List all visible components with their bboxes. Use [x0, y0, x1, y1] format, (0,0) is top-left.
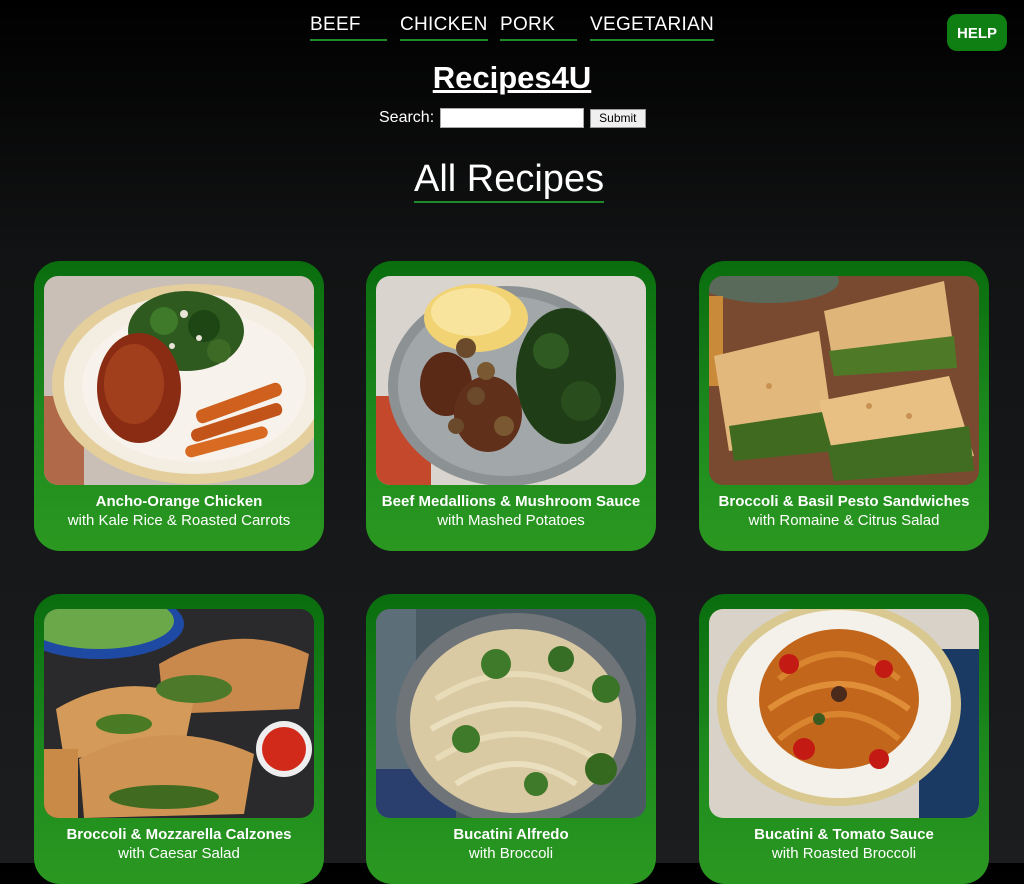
- recipe-card[interactable]: Bucatini Alfredo with Broccoli: [366, 594, 656, 884]
- recipe-card[interactable]: Bucatini & Tomato Sauce with Roasted Bro…: [699, 594, 989, 884]
- recipe-image[interactable]: [376, 609, 646, 818]
- recipe-card[interactable]: Broccoli & Basil Pesto Sandwiches with R…: [699, 261, 989, 551]
- recipe-photo: [44, 609, 314, 818]
- recipe-title[interactable]: Bucatini Alfredo: [366, 826, 656, 844]
- recipe-image[interactable]: [709, 276, 979, 485]
- search-input[interactable]: [440, 108, 585, 128]
- recipe-photo: [376, 609, 646, 818]
- recipe-image[interactable]: [44, 609, 314, 818]
- recipe-subtitle: with Caesar Salad: [118, 845, 240, 862]
- recipe-title[interactable]: Bucatini & Tomato Sauce: [699, 826, 989, 844]
- recipe-photo: [709, 276, 979, 485]
- recipe-image[interactable]: [376, 276, 646, 485]
- recipe-subtitle: with Kale Rice & Roasted Carrots: [67, 512, 291, 529]
- recipe-photo: [376, 276, 646, 485]
- recipe-title[interactable]: Broccoli & Basil Pesto Sandwiches: [699, 493, 989, 511]
- recipe-image[interactable]: [44, 276, 314, 485]
- recipe-photo: [44, 276, 314, 485]
- recipe-title[interactable]: Beef Medallions & Mushroom Sauce: [366, 493, 656, 511]
- recipe-subtitle: with Mashed Potatoes: [437, 512, 585, 529]
- recipe-subtitle: with Roasted Broccoli: [771, 845, 917, 862]
- section-title: All Recipes: [414, 157, 605, 203]
- nav-link-beef[interactable]: BEEF: [310, 14, 387, 41]
- nav-link-pork[interactable]: PORK: [500, 14, 577, 41]
- help-button[interactable]: HELP: [947, 14, 1007, 51]
- top-nav: BEEF CHICKEN PORK VEGETARIAN: [0, 12, 1024, 42]
- nav-link-vegetarian[interactable]: VEGETARIAN: [590, 14, 714, 41]
- recipe-image[interactable]: [709, 609, 979, 818]
- site-title[interactable]: Recipes4U: [0, 60, 1024, 96]
- recipe-card[interactable]: Beef Medallions & Mushroom Sauce with Ma…: [366, 261, 656, 551]
- recipe-subtitle: with Romaine & Citrus Salad: [748, 512, 940, 529]
- recipe-photo: [709, 609, 979, 818]
- recipe-title[interactable]: Ancho-Orange Chicken: [34, 493, 324, 511]
- recipe-subtitle: with Broccoli: [468, 845, 554, 862]
- nav-link-chicken[interactable]: CHICKEN: [400, 14, 488, 41]
- recipe-card[interactable]: Broccoli & Mozzarella Calzones with Caes…: [34, 594, 324, 884]
- submit-button[interactable]: Submit: [590, 108, 646, 128]
- search-form: Search: Submit: [379, 106, 646, 130]
- search-label: Search:: [379, 109, 435, 126]
- recipe-card[interactable]: Ancho-Orange Chicken with Kale Rice & Ro…: [34, 261, 324, 551]
- recipe-title[interactable]: Broccoli & Mozzarella Calzones: [34, 826, 324, 844]
